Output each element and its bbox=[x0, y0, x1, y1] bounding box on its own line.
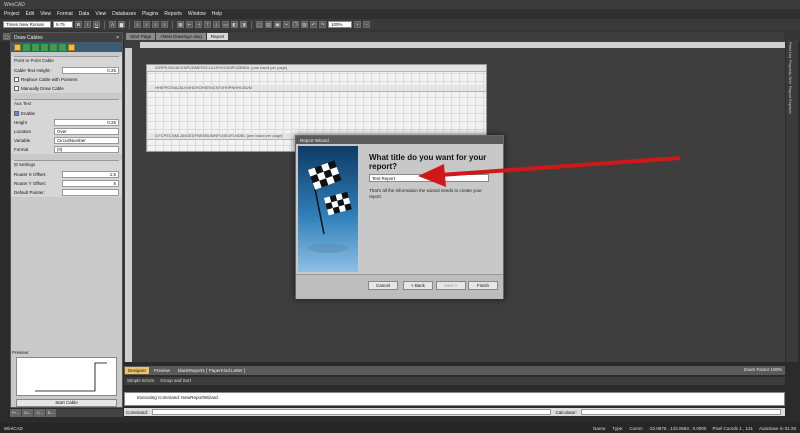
red-arrow-annotation bbox=[418, 156, 681, 187]
